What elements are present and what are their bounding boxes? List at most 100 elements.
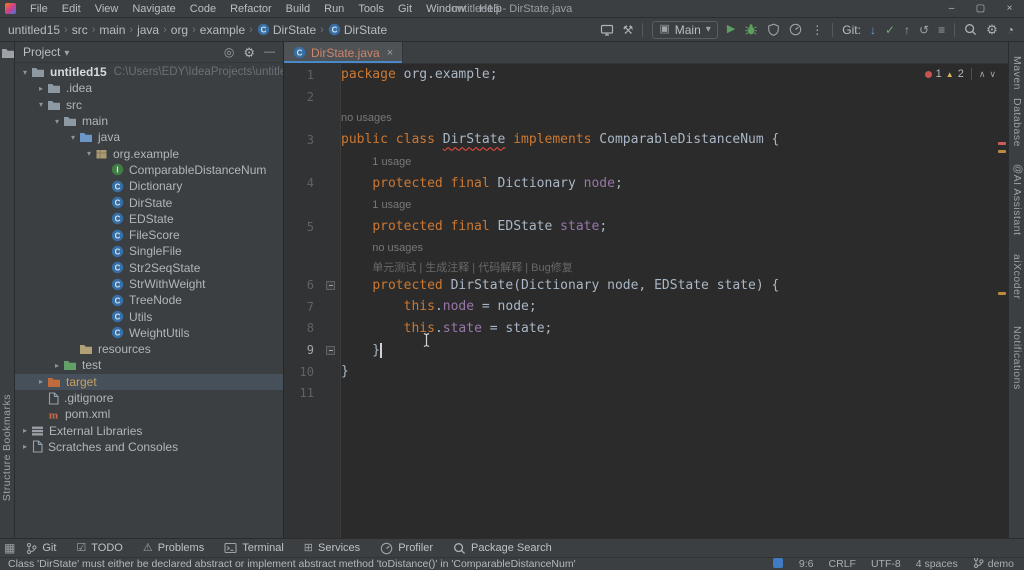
settings-icon[interactable]: ⚙: [243, 46, 255, 59]
locate-file-icon[interactable]: ◎: [224, 46, 234, 58]
tree-item-strwithweight[interactable]: CStrWithWeight: [15, 276, 283, 292]
warning-stripe-mark[interactable]: [998, 292, 1006, 295]
tree-item-untitled15[interactable]: ▾untitled15C:\Users\EDY\IdeaProjects\unt…: [15, 64, 283, 80]
run-config-selector[interactable]: ▣Main▾: [652, 21, 717, 39]
warning-stripe-mark[interactable]: [998, 150, 1006, 153]
tree-item-java[interactable]: ▾java: [15, 129, 283, 145]
tree-item-scratches-and-consoles[interactable]: ▸Scratches and Consoles: [15, 439, 283, 455]
menu-code[interactable]: Code: [183, 3, 223, 15]
menu-build[interactable]: Build: [279, 3, 317, 15]
fold-marker-icon[interactable]: [326, 281, 335, 290]
caret-position[interactable]: 9:6: [799, 558, 814, 570]
run-icon[interactable]: ▶: [727, 24, 735, 35]
profiler-icon[interactable]: [789, 23, 802, 36]
next-issue-icon[interactable]: ∨: [989, 69, 996, 80]
settings-icon[interactable]: ⚙: [986, 23, 998, 36]
tree-item-external-libraries[interactable]: ▸External Libraries: [15, 423, 283, 439]
tree-chevron-icon[interactable]: ▾: [83, 149, 95, 158]
tree-chevron-icon[interactable]: ▸: [19, 426, 31, 435]
menu-git[interactable]: Git: [391, 3, 419, 15]
vcs-commit-icon[interactable]: ✓: [885, 24, 895, 36]
menu-edit[interactable]: Edit: [55, 3, 88, 15]
status-plugin-widget[interactable]: [772, 557, 784, 570]
tool-stripe-maven[interactable]: Maven: [1011, 56, 1023, 90]
tree-chevron-icon[interactable]: ▾: [35, 100, 47, 109]
inspections-widget[interactable]: 1 ▲ 2 ∧ ∨: [925, 68, 996, 80]
vcs-history-icon[interactable]: ≡: [938, 24, 945, 36]
search-everywhere-icon[interactable]: [964, 23, 977, 36]
tool-stripe-aixcoder[interactable]: aiXcoder: [1011, 254, 1023, 299]
coverage-icon[interactable]: [767, 23, 780, 36]
tree-item-idea[interactable]: ▸.idea: [15, 80, 283, 96]
vcs-push-icon[interactable]: ↑: [904, 24, 910, 36]
breadcrumb-item-example[interactable]: example: [200, 23, 245, 37]
breadcrumb-item-org[interactable]: org: [171, 23, 188, 37]
tree-item-str2seqstate[interactable]: CStr2SeqState: [15, 260, 283, 276]
tree-chevron-icon[interactable]: ▸: [19, 442, 31, 451]
tool-window-button-todo[interactable]: ☑TODO: [67, 542, 131, 554]
minimize-button[interactable]: –: [937, 0, 966, 17]
plugin-status-icon[interactable]: [772, 557, 784, 569]
tree-chevron-icon[interactable]: ▾: [67, 133, 79, 142]
tool-stripe-notifications[interactable]: Notifications: [1011, 326, 1023, 390]
error-stripe-mark[interactable]: [998, 142, 1006, 145]
tool-window-button-terminal[interactable]: Terminal: [215, 542, 293, 554]
prev-issue-icon[interactable]: ∧: [979, 69, 986, 80]
breadcrumb-item-dirstate[interactable]: DirState: [344, 23, 387, 37]
project-view-dropdown[interactable]: ▾: [64, 45, 69, 59]
tree-item-treenode[interactable]: CTreeNode: [15, 292, 283, 308]
tree-chevron-icon[interactable]: ▸: [51, 361, 63, 370]
breadcrumb-item-dirstate[interactable]: DirState: [273, 23, 316, 37]
restore-button[interactable]: ▢: [966, 0, 995, 17]
hide-panel-icon[interactable]: —: [264, 47, 275, 58]
recent-icon[interactable]: ◔: [1007, 24, 1014, 36]
breadcrumb-item-untitled15[interactable]: untitled15: [8, 23, 60, 37]
tree-item-org-example[interactable]: ▾org.example: [15, 145, 283, 161]
tree-chevron-icon[interactable]: ▾: [51, 117, 63, 126]
tree-chevron-icon[interactable]: ▾: [19, 68, 31, 77]
tree-item-utils[interactable]: CUtils: [15, 308, 283, 324]
tool-stripe-database[interactable]: Database: [1011, 98, 1023, 147]
breadcrumb-item-src[interactable]: src: [72, 23, 88, 37]
menu-tools[interactable]: Tools: [351, 3, 391, 15]
close-icon[interactable]: ×: [387, 47, 393, 59]
monitor-icon[interactable]: [600, 24, 614, 36]
menu-navigate[interactable]: Navigate: [125, 3, 182, 15]
tree-item-resources[interactable]: resources: [15, 341, 283, 357]
tree-item-singlefile[interactable]: CSingleFile: [15, 243, 283, 259]
menu-refactor[interactable]: Refactor: [223, 3, 279, 15]
tree-item-main[interactable]: ▾main: [15, 113, 283, 129]
menu-file[interactable]: File: [23, 3, 55, 15]
file-encoding[interactable]: UTF-8: [871, 558, 901, 570]
tree-item-filescore[interactable]: CFileScore: [15, 227, 283, 243]
tool-window-button-services[interactable]: ⊞Services: [295, 542, 369, 554]
fold-marker-icon[interactable]: [326, 346, 335, 355]
vcs-rollback-icon[interactable]: ↺: [919, 24, 929, 36]
tree-item-target[interactable]: ▸target: [15, 374, 283, 390]
tree-item-pom-xml[interactable]: mpom.xml: [15, 406, 283, 422]
indent-style[interactable]: 4 spaces: [916, 558, 958, 570]
tool-stripe-bookmarks[interactable]: Bookmarks: [1, 394, 13, 451]
breadcrumb-item-java[interactable]: java: [137, 23, 159, 37]
menu-run[interactable]: Run: [317, 3, 351, 15]
menu-view[interactable]: View: [88, 3, 126, 15]
tool-window-button-profiler[interactable]: Profiler: [371, 542, 442, 555]
tree-chevron-icon[interactable]: ▸: [35, 377, 47, 386]
build-hammer-icon[interactable]: ⚒: [623, 24, 634, 36]
debug-icon[interactable]: [744, 23, 758, 36]
breadcrumb-item-main[interactable]: main: [99, 23, 125, 37]
tool-window-button-problems[interactable]: ⚠Problems: [134, 542, 213, 554]
tree-item-dirstate[interactable]: CDirState: [15, 194, 283, 210]
project-panel-title[interactable]: Project: [23, 45, 60, 59]
line-separator[interactable]: CRLF: [829, 558, 856, 570]
tool-stripe-ai-assistant[interactable]: @AI Assistant: [1011, 164, 1023, 236]
tree-item-src[interactable]: ▾src: [15, 97, 283, 113]
more-actions-icon[interactable]: ⋮: [811, 24, 823, 36]
tool-window-button-package-search[interactable]: Package Search: [444, 542, 561, 555]
tree-item-weightutils[interactable]: CWeightUtils: [15, 325, 283, 341]
tree-item-test[interactable]: ▸test: [15, 357, 283, 373]
tree-item-dictionary[interactable]: CDictionary: [15, 178, 283, 194]
tree-item-edstate[interactable]: CEDState: [15, 211, 283, 227]
tool-window-button-git[interactable]: Git: [17, 542, 65, 555]
tool-stripe-structure[interactable]: Structure: [1, 454, 13, 501]
